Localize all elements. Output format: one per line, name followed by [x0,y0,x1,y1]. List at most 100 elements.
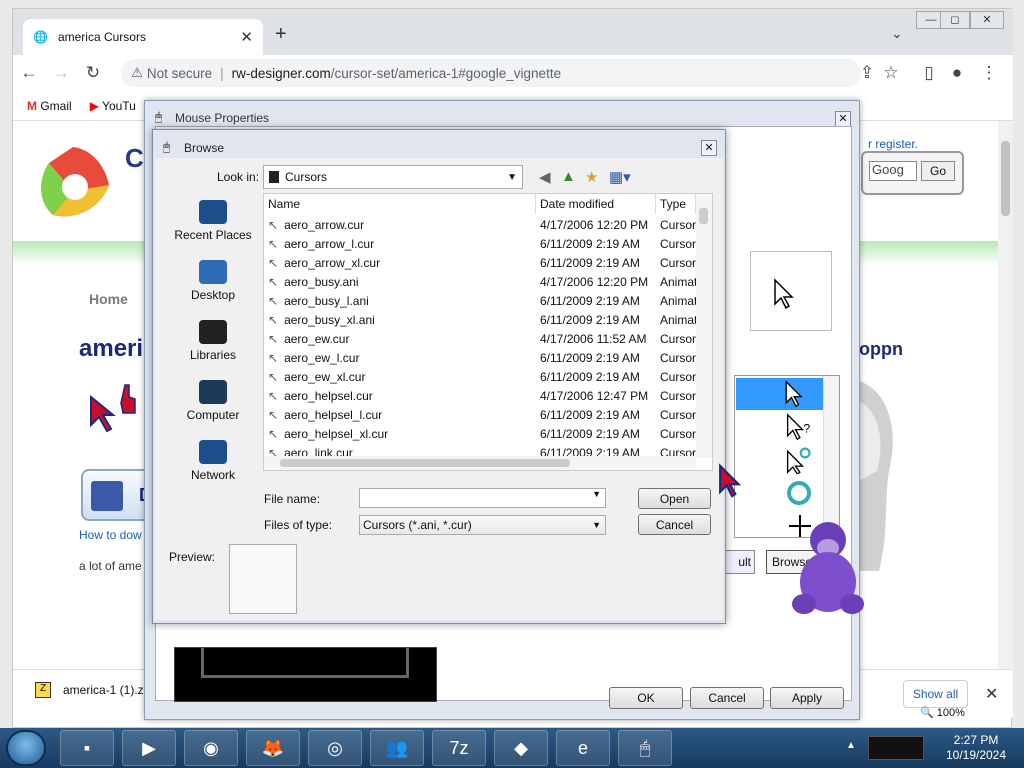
apply-button[interactable]: Apply [770,687,844,709]
tab-close-icon[interactable]: ✕ [240,28,253,46]
up-folder-icon[interactable]: ▲ [561,168,576,185]
pointer-list[interactable]: ? [734,375,840,538]
menu-icon[interactable]: ⋮ [973,63,1005,83]
file-list[interactable]: Name Date modified Type ↖ aero_arrow.cur 4… [263,193,713,471]
profile-icon[interactable]: ● [941,63,973,83]
search-input[interactable]: Goog [869,161,917,181]
taskbar-bonzi[interactable]: ◆ [494,730,548,766]
nav-home[interactable]: Home [89,291,128,307]
column-name[interactable]: Name [264,194,536,214]
taskbar-users[interactable]: 👥 [370,730,424,766]
open-button[interactable]: Open [638,488,711,509]
taskbar-explorer[interactable]: ▪ [60,730,114,766]
not-secure-label: Not secure [146,65,213,81]
cancel-button[interactable]: Cancel [638,514,711,535]
new-folder-icon[interactable]: ★ [585,168,598,186]
download-item[interactable]: Z america-1 (1).z [35,682,144,698]
file-row[interactable]: ↖ aero_arrow_l.cur 6/11/2009 2:19 AM Cursor [264,235,696,254]
address-bar[interactable]: ⚠ Not secure | rw-designer.com /cursor-s… [121,59,861,87]
taskbar-media[interactable]: ▶ [122,730,176,766]
file-row[interactable]: ↖ aero_arrow_xl.cur 6/11/2009 2:19 AM Curso… [264,254,696,273]
start-button[interactable] [6,730,46,766]
bookmark-gmail[interactable]: M Gmail [27,99,72,113]
gmail-icon: M [27,98,37,113]
mouse-properties-close-button[interactable]: ✕ [835,111,851,127]
look-in-dropdown[interactable]: Cursors ▼ [263,165,523,189]
file-row[interactable]: ↖ aero_ew_xl.cur 6/11/2009 2:19 AM Cursor [264,368,696,387]
tab-search-icon[interactable]: ⌄ [891,25,903,42]
file-name: aero_busy_l.ani [284,294,369,308]
file-row[interactable]: ↖ aero_helpsel.cur 4/17/2006 12:47 PM Curso… [264,387,696,406]
file-row[interactable]: ↖ aero_arrow.cur 4/17/2006 12:20 PM Cursor [264,216,696,235]
tray-icons[interactable] [868,736,924,760]
file-list-hscroll[interactable] [264,456,696,470]
tab-title: america Cursors [57,30,146,44]
bookmark-star-icon[interactable]: ☆ [875,63,907,83]
file-row[interactable]: ↖ aero_busy_l.ani 6/11/2009 2:19 AM Animate… [264,292,696,311]
cursor-file-icon: ↖ [268,275,279,289]
place-label: Recent Places [174,228,252,242]
place-network[interactable]: Network [163,434,263,492]
file-row[interactable]: ↖ aero_busy.ani 4/17/2006 12:20 PM Animated [264,273,696,292]
place-recent-places[interactable]: Recent Places [163,194,263,252]
place-desktop[interactable]: Desktop [163,254,263,312]
how-to-link[interactable]: How to dow [79,528,142,542]
taskbar-chrome[interactable]: ◎ [308,730,362,766]
ok-button[interactable]: OK [609,687,683,709]
file-row[interactable]: ↖ aero_link.cur 6/11/2009 2:19 AM Cursor [264,444,696,456]
maximize-button[interactable]: ◻ [940,11,970,29]
zip-file-icon: Z [35,682,51,698]
column-type[interactable]: Type [656,194,696,214]
page-scrollbar-thumb[interactable] [1001,141,1010,216]
tab-america-cursors[interactable]: 🌐 america Cursors ✕ [23,19,263,55]
show-all-button[interactable]: Show all [903,680,968,708]
file-list-vscroll[interactable] [696,194,712,458]
pointer-row-help[interactable]: ? [736,411,824,443]
folder-icon [269,171,279,183]
description-text: a lot of ame [79,559,142,573]
file-name-input[interactable]: ▼ [359,488,606,508]
page-scrollbar[interactable] [998,121,1013,671]
taskbar-app[interactable]: ◉ [184,730,238,766]
taskbar: ▪ ▶ ◉ 🦊 ◎ 👥 7z ◆ e 🖱 ▲ 2:27 PM 10/19/2024 [0,728,1024,768]
bookmark-youtube[interactable]: ▶ YouTu [90,99,136,113]
view-menu-icon[interactable]: ▦▾ [609,168,631,186]
back-arrow-icon[interactable]: ← [13,63,45,83]
taskbar-7zip[interactable]: 7z [432,730,486,766]
vscroll-thumb[interactable] [699,208,708,224]
close-download-bar-icon[interactable]: ✕ [985,684,998,704]
close-window-button[interactable]: ✕ [970,11,1004,29]
file-row[interactable]: ↖ aero_helpsel_xl.cur 6/11/2009 2:19 AM Cur… [264,425,696,444]
taskbar-firefox[interactable]: 🦊 [246,730,300,766]
place-computer[interactable]: Computer [163,374,263,432]
tray-expand-icon[interactable]: ▲ [846,740,856,751]
back-icon[interactable]: ◀ [539,168,551,186]
use-default-button[interactable]: ult [722,550,755,574]
pointer-row-working[interactable] [736,444,824,476]
reload-icon[interactable]: ↻ [77,63,109,83]
file-row[interactable]: ↖ aero_busy_xl.ani 6/11/2009 2:19 AM Animat… [264,311,696,330]
taskbar-ie[interactable]: e [556,730,610,766]
column-date-modified[interactable]: Date modified [536,194,656,214]
pointer-list-scrollbar[interactable] [823,376,839,537]
mouse-properties-cancel-button[interactable]: Cancel [690,687,764,709]
file-row[interactable]: ↖ aero_ew_l.cur 6/11/2009 2:19 AM Cursor [264,349,696,368]
file-row[interactable]: ↖ aero_helpsel_l.cur 6/11/2009 2:19 AM Curs… [264,406,696,425]
url-domain: rw-designer.com [231,65,331,81]
hscroll-thumb[interactable] [280,459,570,467]
file-date: 6/11/2009 2:19 AM [540,294,640,308]
forward-arrow-icon[interactable]: → [45,63,77,83]
pointer-row-normal[interactable] [736,378,824,410]
place-libraries[interactable]: Libraries [163,314,263,372]
taskbar-mouse[interactable]: 🖱 [618,730,672,766]
register-link[interactable]: r register. [868,137,918,151]
go-button[interactable]: Go [921,161,955,181]
chevron-down-icon[interactable]: ▼ [592,489,601,499]
browse-close-button[interactable]: ✕ [701,140,717,156]
new-tab-button[interactable]: + [275,23,287,46]
pointer-row-busy[interactable] [736,477,824,509]
clock[interactable]: 2:27 PM 10/19/2024 [936,733,1016,763]
files-of-type-dropdown[interactable]: Cursors (*.ani, *.cur) ▼ [359,515,606,535]
file-row[interactable]: ↖ aero_ew.cur 4/17/2006 11:52 AM Cursor [264,330,696,349]
file-date: 6/11/2009 2:19 AM [540,237,640,251]
